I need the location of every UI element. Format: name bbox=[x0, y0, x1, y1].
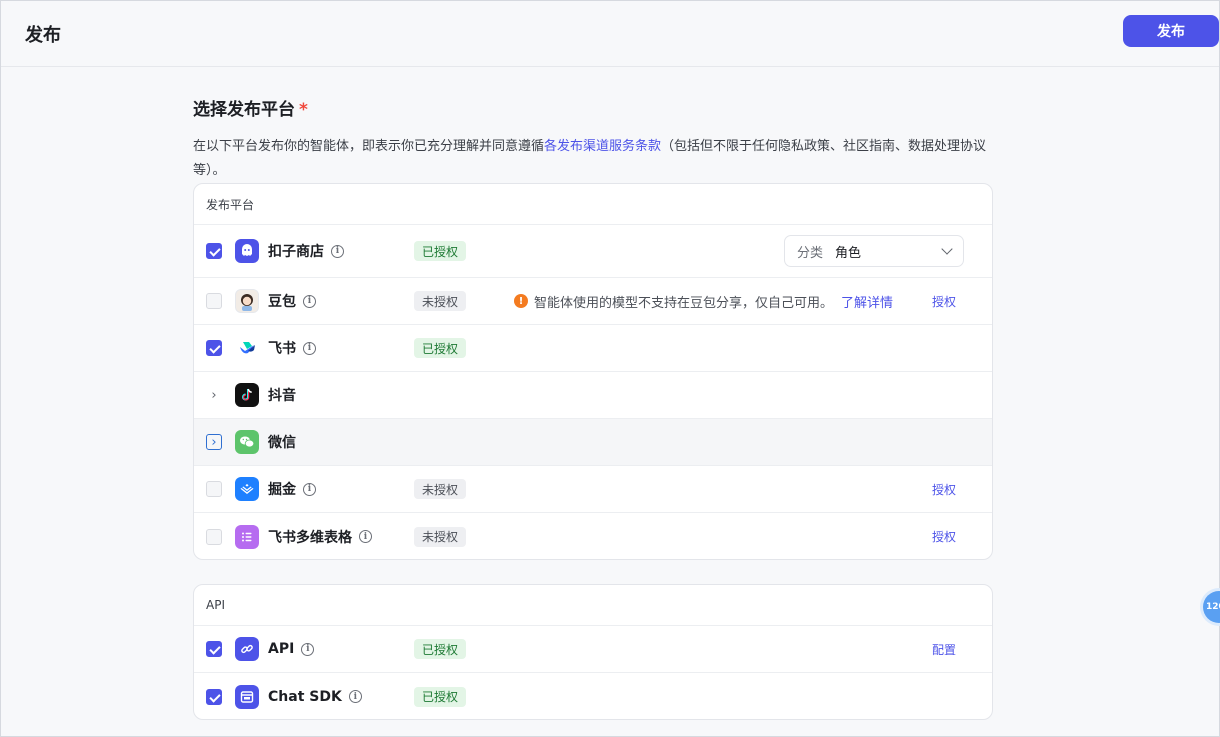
doubao-checkbox[interactable] bbox=[206, 293, 222, 309]
page-title: 发布 bbox=[25, 24, 61, 46]
douyin-icon bbox=[235, 383, 259, 407]
chat-sdk-checkbox[interactable] bbox=[206, 688, 222, 705]
platform-name: 扣子商店 i bbox=[268, 241, 344, 261]
top-bar: 发布 bbox=[1, 1, 1219, 67]
doubao-warning: ! 智能体使用的模型不支持在豆包分享，仅自己可用。 了解详情 bbox=[514, 292, 893, 311]
status-badge: 未授权 bbox=[414, 479, 467, 499]
platform-row-feishu-bitable: 飞书多维表格 i 未授权 授权 bbox=[194, 513, 992, 559]
platform-name: API i bbox=[268, 641, 315, 657]
warning-icon: ! bbox=[514, 294, 528, 308]
status-badge: 未授权 bbox=[414, 526, 467, 547]
section-title: 选择发布平台 * bbox=[193, 100, 308, 120]
api-row: API i 已授权 配置 bbox=[194, 626, 992, 673]
floating-badge[interactable]: 120 bbox=[1203, 591, 1220, 623]
authorize-link[interactable]: 授权 bbox=[932, 293, 956, 310]
platforms-card-header: 发布平台 bbox=[194, 184, 992, 225]
learn-more-link[interactable]: 了解详情 bbox=[841, 292, 893, 311]
platform-row-coze-store: 扣子商店 i 已授权 分类 角色 bbox=[194, 225, 992, 278]
status-badge: 已授权 bbox=[414, 338, 467, 358]
info-icon[interactable]: i bbox=[348, 690, 362, 703]
api-card-header: API bbox=[194, 585, 992, 626]
info-icon[interactable]: i bbox=[303, 341, 316, 355]
platform-row-doubao: 豆包 i 未授权 ! 智能体使用的模型不支持在豆包分享，仅自己可用。 了解详情 授… bbox=[194, 278, 992, 325]
category-select[interactable]: 分类 角色 bbox=[784, 235, 964, 267]
terms-link[interactable]: 各发布渠道服务条款 bbox=[544, 139, 661, 154]
platform-name: 豆包 i bbox=[268, 291, 316, 311]
feishu-bitable-checkbox[interactable] bbox=[206, 528, 222, 545]
platform-row-wechat[interactable]: › 微信 bbox=[194, 419, 992, 466]
status-badge: 已授权 bbox=[414, 639, 467, 659]
platform-row-juejin: 掘金 i 未授权 授权 bbox=[194, 466, 992, 513]
platform-name: 抖音 bbox=[268, 388, 296, 404]
platforms-card: 发布平台 扣子商店 i 已授权 分类 角色 豆包 i 未授权 ! 智能体使用的模… bbox=[193, 183, 993, 560]
configure-link[interactable]: 配置 bbox=[932, 641, 956, 658]
wechat-icon bbox=[235, 430, 259, 454]
required-mark: * bbox=[299, 100, 308, 120]
api-checkbox[interactable] bbox=[206, 641, 222, 657]
info-icon[interactable]: i bbox=[359, 530, 372, 543]
chevron-down-icon bbox=[941, 243, 953, 255]
platform-row-feishu: 飞书 i 已授权 bbox=[194, 325, 992, 372]
feishu-icon bbox=[235, 336, 259, 360]
info-icon[interactable]: i bbox=[303, 482, 316, 496]
juejin-checkbox[interactable] bbox=[206, 481, 222, 497]
doubao-avatar-icon bbox=[235, 289, 259, 313]
link-icon bbox=[235, 637, 259, 661]
authorize-link[interactable]: 授权 bbox=[932, 528, 956, 545]
info-icon[interactable]: i bbox=[331, 244, 344, 258]
platform-name: 微信 bbox=[268, 435, 296, 451]
bitable-icon bbox=[235, 524, 259, 549]
chevron-right-icon[interactable]: › bbox=[206, 434, 222, 450]
info-icon[interactable]: i bbox=[303, 294, 316, 308]
platform-name: 飞书多维表格 i bbox=[268, 527, 372, 547]
info-icon[interactable]: i bbox=[301, 642, 315, 656]
status-badge: 未授权 bbox=[414, 291, 467, 311]
api-card: API API i 已授权 配置 Chat SDK i 已授权 bbox=[193, 584, 993, 720]
feishu-checkbox[interactable] bbox=[206, 340, 222, 356]
status-badge: 已授权 bbox=[414, 686, 467, 707]
platform-row-douyin[interactable]: › 抖音 bbox=[194, 372, 992, 419]
chevron-right-icon[interactable]: › bbox=[206, 387, 222, 403]
platform-name: 飞书 i bbox=[268, 338, 316, 358]
coze-store-icon bbox=[235, 239, 259, 263]
window-icon bbox=[235, 684, 259, 709]
juejin-icon bbox=[235, 477, 259, 501]
platform-name: Chat SDK i bbox=[268, 689, 362, 705]
platform-name: 掘金 i bbox=[268, 479, 316, 499]
status-badge: 已授权 bbox=[414, 241, 467, 261]
chat-sdk-row: Chat SDK i 已授权 bbox=[194, 673, 992, 719]
authorize-link[interactable]: 授权 bbox=[932, 481, 956, 498]
coze-store-checkbox[interactable] bbox=[206, 243, 222, 259]
publish-button[interactable]: 发布 bbox=[1123, 15, 1219, 47]
terms-description: 在以下平台发布你的智能体，即表示你已充分理解并同意遵循各发布渠道服务条款（包括但… bbox=[193, 139, 987, 178]
